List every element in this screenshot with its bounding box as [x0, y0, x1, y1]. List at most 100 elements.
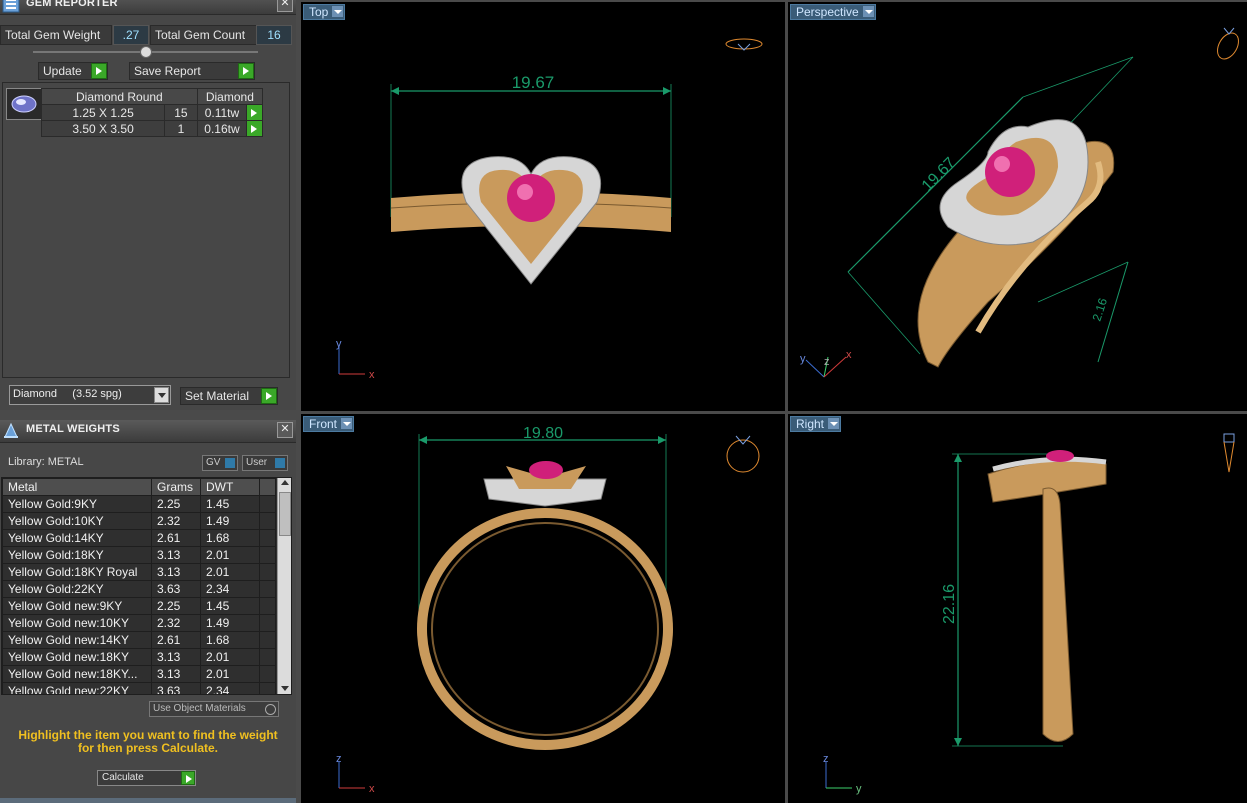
metal-row[interactable]: Yellow Gold:18KY Royal 3.13 2.01	[2, 563, 276, 581]
metal-table: Metal Grams DWT Yellow Gold:9KY 2.25 1.45 Y…	[2, 478, 276, 694]
metal-cell-spacer	[259, 682, 276, 694]
user-toggle[interactable]: User	[242, 455, 288, 471]
gem-row-go-button[interactable]	[246, 104, 263, 121]
set-material-go-icon	[261, 388, 277, 404]
metal-cell-grams: 2.32	[151, 614, 201, 632]
viewport-front[interactable]: Front 19.80 z x	[301, 414, 785, 803]
scroll-thumb[interactable]	[279, 492, 291, 536]
calculate-go-icon	[181, 771, 195, 785]
gem-weight: 0.16tw	[196, 120, 248, 137]
metal-weights-close-button[interactable]: ✕	[277, 422, 293, 438]
library-label: Library: METAL	[8, 456, 84, 468]
metal-cell-spacer	[259, 665, 276, 683]
grams-column-header[interactable]: Grams	[151, 478, 201, 496]
metal-row[interactable]: Yellow Gold new:9KY 2.25 1.45	[2, 597, 276, 615]
metal-cell-dwt: 2.01	[200, 546, 260, 564]
calculate-button-label: Calculate	[102, 772, 144, 783]
gem-table-row[interactable]: 3.50 X 3.50 1 0.16tw	[40, 120, 263, 137]
gem-table-header: Diamond Round Diamond	[41, 88, 264, 105]
metal-rows: Yellow Gold:9KY 2.25 1.45 Yellow Gold:10KY 2…	[2, 495, 276, 694]
metal-cell-grams: 3.13	[151, 648, 201, 666]
diamond-round-thumbnail[interactable]	[6, 88, 42, 120]
metal-cell-dwt: 1.68	[200, 631, 260, 649]
metal-row[interactable]: Yellow Gold:9KY 2.25 1.45	[2, 495, 276, 513]
gem-table-row[interactable]: 1.25 X 1.25 15 0.11tw	[40, 104, 263, 121]
metal-cell-metal: Yellow Gold:9KY	[2, 495, 152, 513]
set-material-button[interactable]: Set Material	[180, 387, 278, 405]
metal-cell-spacer	[259, 580, 276, 598]
metal-cell-dwt: 1.49	[200, 614, 260, 632]
gem-size: 3.50 X 3.50	[40, 120, 166, 137]
metal-table-container: Metal Grams DWT Yellow Gold:9KY 2.25 1.45 Y…	[1, 477, 292, 695]
metal-cell-grams: 2.32	[151, 512, 201, 530]
gem-row-go-button[interactable]	[246, 120, 263, 137]
right-axis-h: y	[856, 783, 862, 795]
top-view-drawing: 19.67 y x	[336, 38, 763, 381]
scroll-down-arrow[interactable]	[281, 686, 289, 691]
material-select[interactable]: Diamond (3.52 spg)	[9, 385, 171, 405]
top-dimension: 19.67	[512, 73, 555, 92]
metal-cell-grams: 2.61	[151, 631, 201, 649]
metal-row[interactable]: Yellow Gold new:10KY 2.32 1.49	[2, 614, 276, 632]
metal-row[interactable]: Yellow Gold new:14KY 2.61 1.68	[2, 631, 276, 649]
viewport-right[interactable]: Right 22.16 z y	[788, 414, 1247, 803]
metal-column-header[interactable]: Metal	[2, 478, 152, 496]
gv-toggle-indicator	[225, 458, 235, 468]
metal-weights-icon	[4, 422, 18, 438]
right-view-drawing: 22.16 z y	[823, 433, 1235, 795]
metal-cell-spacer	[259, 614, 276, 632]
calculate-button[interactable]: Calculate	[97, 770, 196, 786]
viewport-top[interactable]: Top 19.67 y x	[301, 2, 785, 411]
metal-table-scrollbar[interactable]	[277, 478, 291, 694]
metal-row[interactable]: Yellow Gold:14KY 2.61 1.68	[2, 529, 276, 547]
update-go-icon	[91, 63, 107, 79]
gem-reporter-close-button[interactable]: ✕	[277, 0, 293, 12]
metal-cell-dwt: 1.68	[200, 529, 260, 547]
chevron-down-icon[interactable]	[154, 387, 169, 403]
metal-cell-spacer	[259, 546, 276, 564]
metal-cell-grams: 2.61	[151, 529, 201, 547]
total-gem-weight-label: Total Gem Weight	[0, 25, 112, 45]
gem-count: 1	[164, 120, 198, 137]
right-ring-icon	[1223, 433, 1235, 473]
top-ring-icon	[725, 38, 763, 51]
total-gem-count-value: 16	[256, 25, 292, 45]
gem-weight: 0.11tw	[196, 104, 248, 121]
metal-cell-metal: Yellow Gold:14KY	[2, 529, 152, 547]
metal-cell-metal: Yellow Gold new:18KY...	[2, 665, 152, 683]
save-report-button[interactable]: Save Report	[129, 62, 255, 80]
gem-table-header-shape: Diamond Round	[41, 88, 198, 105]
metal-row[interactable]: Yellow Gold:18KY 3.13 2.01	[2, 546, 276, 564]
use-object-materials-toggle[interactable]: Use Object Materials	[149, 701, 279, 717]
metal-cell-grams: 2.25	[151, 597, 201, 615]
right-axis-gizmo: z y	[823, 753, 862, 795]
metal-cell-spacer	[259, 563, 276, 581]
perspective-dimension-b: 2.16	[1090, 296, 1111, 323]
scroll-up-arrow[interactable]	[281, 480, 289, 485]
metal-cell-metal: Yellow Gold new:14KY	[2, 631, 152, 649]
viewport-perspective[interactable]: Perspective 19.67 2.16 y z x	[788, 2, 1247, 411]
metal-row[interactable]: Yellow Gold new:18KY 3.13 2.01	[2, 648, 276, 666]
metal-row[interactable]: Yellow Gold new:18KY... 3.13 2.01	[2, 665, 276, 683]
metal-cell-dwt: 2.34	[200, 580, 260, 598]
dwt-column-header[interactable]: DWT	[200, 478, 260, 496]
metal-weights-title: METAL WEIGHTS	[26, 423, 120, 435]
perspective-axis-a: y	[800, 353, 806, 365]
bottom-divider	[0, 798, 296, 803]
front-axis-v: z	[336, 753, 342, 765]
gv-toggle[interactable]: GV	[202, 455, 238, 471]
split-slider-handle[interactable]	[140, 46, 152, 58]
metal-cell-grams: 3.13	[151, 546, 201, 564]
metal-row[interactable]: Yellow Gold:10KY 2.32 1.49	[2, 512, 276, 530]
total-gem-count-label: Total Gem Count	[150, 25, 259, 45]
total-gem-weight-value: .27	[113, 25, 149, 45]
use-object-materials-label: Use Object Materials	[153, 703, 246, 714]
metal-cell-spacer	[259, 495, 276, 513]
split-slider[interactable]	[33, 46, 258, 58]
update-button-label: Update	[43, 64, 82, 78]
perspective-view-drawing: 19.67 2.16 y z x	[800, 27, 1239, 378]
right-axis-v: z	[823, 753, 829, 765]
metal-row[interactable]: Yellow Gold:22KY 3.63 2.34	[2, 580, 276, 598]
metal-row[interactable]: Yellow Gold new:22KY 3.63 2.34	[2, 682, 276, 694]
update-button[interactable]: Update	[38, 62, 108, 80]
